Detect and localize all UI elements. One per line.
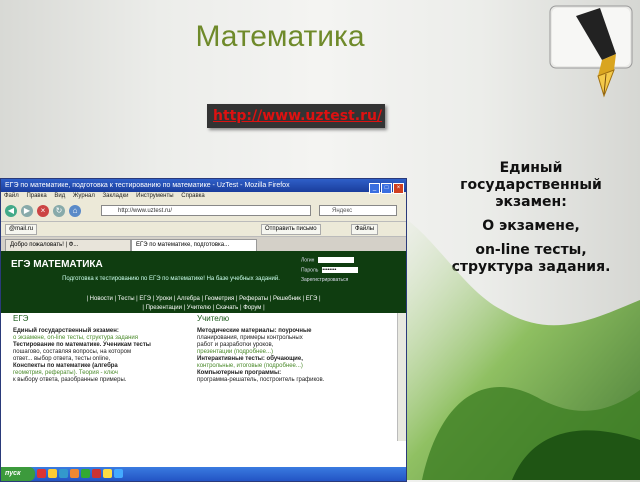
fountain-pen-icon (549, 5, 633, 98)
search-box[interactable]: Яндекс (319, 205, 397, 216)
teacher-line-8: программа-решатель, построитель графиков… (197, 377, 325, 383)
register-link[interactable]: Зарегистрироваться (301, 277, 371, 285)
stop-icon[interactable]: × (37, 205, 49, 217)
scrollbar[interactable] (397, 313, 406, 441)
site-nav-line-2[interactable]: | Презентации | Учителю | Скачать | Фору… (1, 304, 406, 313)
folder-icon[interactable] (48, 469, 57, 478)
teacher-line-6[interactable]: контрольные, итоговые (подробнее...) (197, 363, 377, 370)
menu-tools[interactable]: Инструменты (136, 193, 173, 199)
app-icon-3[interactable] (92, 469, 101, 478)
password-input[interactable]: •••••••• (322, 267, 359, 273)
forward-icon[interactable]: ▶ (21, 205, 33, 217)
column-teacher-heading: Учителю (197, 314, 230, 323)
column-ege-heading: ЕГЭ (13, 314, 29, 323)
app-icon-5[interactable] (114, 469, 123, 478)
teacher-line-2: планирования, примеры контрольных (197, 335, 303, 341)
teacher-line-4[interactable]: презентации (подробнее...) (197, 349, 377, 356)
back-icon[interactable]: ◀ (5, 205, 17, 217)
site-subtitle: Подготовка к тестированию по ЕГЭ по мате… (62, 276, 280, 282)
menu-edit[interactable]: Правка (26, 193, 46, 199)
window-title: ЕГЭ по математике, подготовка к тестиров… (5, 182, 290, 189)
teacher-line-1: Методические материалы: поурочные (197, 328, 312, 334)
quick-launch (37, 469, 125, 480)
menu-history[interactable]: Журнал (73, 193, 95, 199)
app-icon[interactable] (37, 469, 46, 478)
ege-line-8: к выбору ответа, разобранные примеры. (13, 377, 127, 383)
teacher-line-5: Интерактивные тесты: обучающие, (197, 356, 303, 362)
taskbar: пуск (1, 467, 406, 481)
ege-line-7[interactable]: геометрия, рефераты). Теория - ключ (13, 370, 188, 377)
slide-title: Математика (195, 20, 365, 53)
ege-line-4: пошагово, составляя вопросы, на котором (13, 349, 132, 355)
window-titlebar: ЕГЭ по математике, подготовка к тестиров… (1, 179, 406, 194)
teacher-line-7: Компьютерные программы: (197, 370, 282, 376)
maximize-icon[interactable]: □ (381, 183, 392, 194)
browser-screenshot: ЕГЭ по математике, подготовка к тестиров… (0, 178, 407, 482)
start-button[interactable]: пуск (1, 467, 35, 481)
menu-bar: Файл Правка Вид Журнал Закладки Инструме… (1, 192, 406, 201)
ege-line-2[interactable]: о экзамене, on-line тесты, структура зад… (13, 335, 188, 342)
login-form: Логин Пароль •••••••• Зарегистрироваться (301, 257, 371, 287)
app-icon-4[interactable] (103, 469, 112, 478)
site-nav-line-1[interactable]: | Новости | Тесты | ЕГЭ | Уроки | Алгебр… (1, 295, 406, 304)
url-link[interactable]: http://www.uztest.ru/ (207, 104, 385, 128)
site-logo: ЕГЭ МАТЕМАТИКА (11, 259, 103, 270)
password-label: Пароль (301, 267, 319, 274)
login-label: Логин (301, 257, 315, 264)
minimize-icon[interactable]: _ (369, 183, 380, 194)
home-icon[interactable]: ⌂ (69, 205, 81, 217)
ege-line-5: ответ... выбор ответа, тесты online, (13, 356, 111, 362)
site-header: ЕГЭ МАТЕМАТИКА Подготовка к тестированию… (1, 251, 406, 313)
bookmark-files[interactable]: Файлы (351, 224, 379, 235)
page-content: ЕГЭ Единый государственный экзамен: о эк… (1, 313, 406, 441)
column-teacher: Учителю Методические материалы: поурочны… (197, 315, 377, 384)
menu-bookmarks[interactable]: Закладки (103, 193, 129, 199)
bookmarks-bar: @mail.ru Отправить письмо Файлы (1, 222, 406, 237)
address-bar[interactable]: http://www.uztest.ru/ (101, 205, 311, 216)
bookmark-send[interactable]: Отправить письмо (261, 224, 321, 235)
menu-file[interactable]: Файл (4, 193, 19, 199)
tab-strip: Добро пожаловать! | Ф... ЕГЭ по математи… (1, 237, 406, 252)
ege-line-6: Конспекты по математике (алгебра (13, 363, 118, 369)
menu-help[interactable]: Справка (181, 193, 205, 199)
teacher-line-3: работ и разработки уроков, (197, 342, 274, 348)
column-ege: ЕГЭ Единый государственный экзамен: о эк… (13, 315, 188, 384)
login-input[interactable] (318, 257, 355, 263)
menu-view[interactable]: Вид (54, 193, 65, 199)
url-link-box[interactable]: http://www.uztest.ru/ (207, 104, 385, 128)
close-icon[interactable]: × (393, 183, 404, 194)
green-leaves-decoration (392, 210, 640, 480)
ege-line-1: Единый государственный экзамен: (13, 328, 119, 334)
firefox-icon[interactable] (70, 469, 79, 478)
bookmark-mail[interactable]: @mail.ru (5, 224, 38, 235)
navigation-toolbar: ◀ ▶ × ↻ ⌂ http://www.uztest.ru/ Яндекс (1, 201, 406, 222)
ege-line-3: Тестирование по математике. Ученикам тес… (13, 342, 151, 348)
reload-icon[interactable]: ↻ (53, 205, 65, 217)
browser-icon[interactable] (59, 469, 68, 478)
app-icon-2[interactable] (81, 469, 90, 478)
